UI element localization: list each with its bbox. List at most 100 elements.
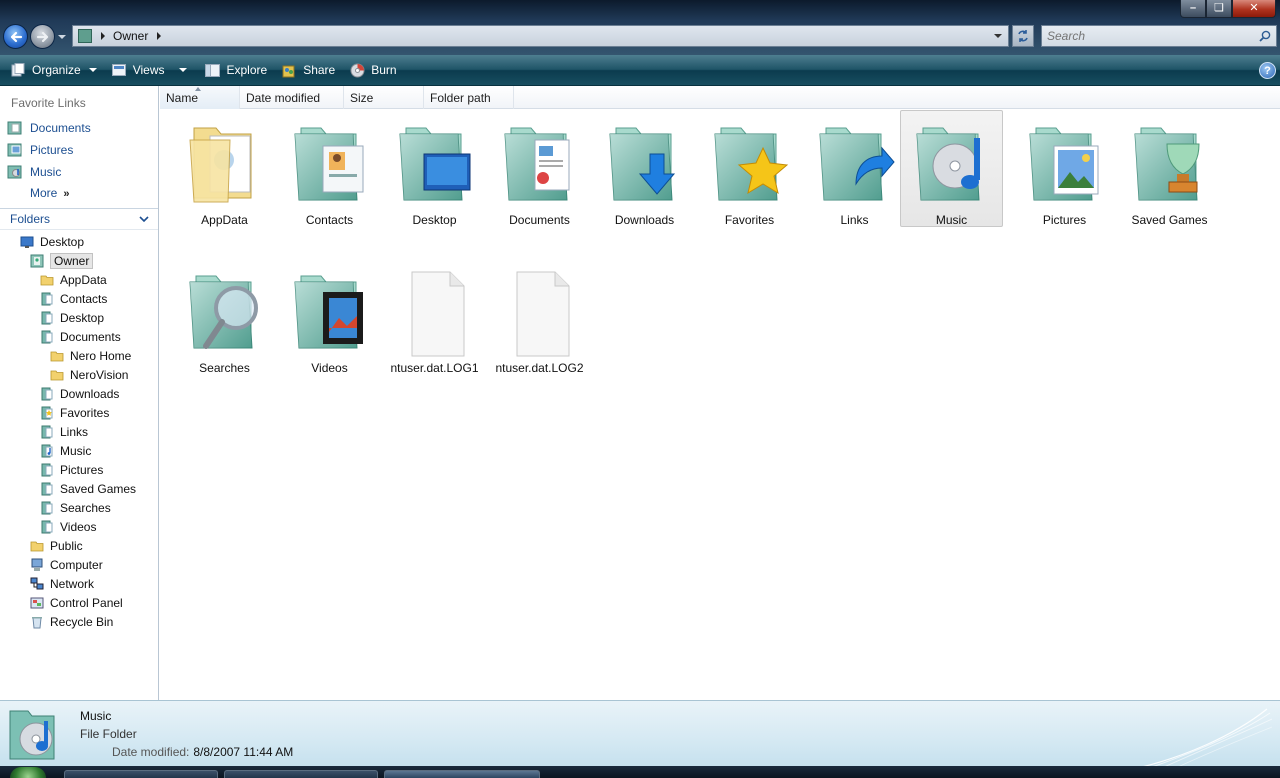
item-tile[interactable]: Searches	[173, 258, 276, 375]
tree-item[interactable]: Videos	[40, 517, 96, 536]
file-list-pane: Name Date modified Size Folder path AppD…	[160, 86, 1280, 700]
start-button[interactable]	[10, 767, 46, 778]
tree-item[interactable]: NeroVision	[50, 365, 128, 384]
tree-item-label: Videos	[60, 519, 97, 534]
item-tile[interactable]: Videos	[278, 258, 381, 375]
tree-item[interactable]: AppData	[40, 270, 107, 289]
column-header-size[interactable]: Size	[344, 86, 424, 109]
details-item-name: Music	[80, 709, 112, 723]
item-tile[interactable]: Contacts	[278, 110, 381, 227]
item-label: ntuser.dat.LOG1	[390, 361, 479, 375]
tree-item[interactable]: Control Panel	[30, 593, 123, 612]
links-folder-icon	[41, 425, 53, 438]
item-tile[interactable]: AppData	[173, 110, 276, 227]
column-header-label: Size	[350, 90, 374, 105]
column-header-date-modified[interactable]: Date modified	[240, 86, 344, 109]
address-history-dropdown[interactable]	[994, 34, 1002, 38]
taskbar-window-button[interactable]	[224, 770, 378, 778]
tree-item[interactable]: Public	[30, 536, 83, 555]
item-tile[interactable]: Documents	[488, 110, 591, 227]
folders-header[interactable]: Folders	[0, 208, 158, 230]
favorite-link-documents[interactable]: Documents	[7, 118, 91, 137]
tree-item[interactable]: Saved Games	[40, 479, 136, 498]
share-icon	[281, 62, 297, 78]
maximize-button[interactable]: ❏	[1206, 0, 1232, 18]
tree-item[interactable]: Music	[40, 441, 91, 460]
tree-item[interactable]: Links	[40, 422, 88, 441]
tree-item-label: Computer	[50, 557, 103, 572]
taskbar-window-button-active[interactable]	[384, 770, 540, 778]
search-icon[interactable]	[1259, 30, 1271, 42]
folder-icon	[40, 275, 54, 285]
item-label: Videos	[311, 361, 348, 375]
item-tile[interactable]: Music	[900, 110, 1003, 227]
downloads-folder-icon	[41, 387, 53, 400]
saved-games-folder-icon	[41, 482, 53, 495]
item-tile[interactable]: Links	[803, 110, 906, 227]
tree-item[interactable]: Searches	[40, 498, 111, 517]
more-links-button[interactable]: More »	[30, 186, 69, 200]
column-header-label: Name	[166, 90, 199, 105]
item-tile[interactable]: ntuser.dat.LOG1	[383, 258, 486, 375]
recent-pages-dropdown[interactable]	[58, 33, 66, 41]
burn-button[interactable]: Burn	[346, 58, 403, 82]
column-headers: Name Date modified Size Folder path	[160, 86, 1280, 109]
address-bar[interactable]: Owner	[72, 25, 1009, 47]
column-header-folder-path[interactable]: Folder path	[424, 86, 514, 109]
tree-item[interactable]: Downloads	[40, 384, 119, 403]
tree-item[interactable]: Recycle Bin	[30, 612, 113, 631]
desktop-folder-icon	[41, 311, 53, 324]
favorite-link-label: Pictures	[30, 142, 74, 157]
help-button[interactable]: ?	[1259, 62, 1276, 79]
tree-item-label: Network	[50, 576, 95, 591]
breadcrumb-separator-icon[interactable]	[157, 32, 162, 40]
forward-button[interactable]	[30, 24, 55, 49]
item-label: AppData	[201, 213, 248, 227]
tree-item[interactable]: Nero Home	[50, 346, 131, 365]
tree-item[interactable]: Contacts	[40, 289, 107, 308]
favorite-link-label: Music	[30, 164, 62, 179]
favorite-link-music[interactable]: Music	[7, 162, 61, 181]
breadcrumb-owner[interactable]: Owner	[113, 29, 148, 43]
views-button[interactable]: Views	[108, 58, 194, 82]
tree-item-label: Saved Games	[60, 481, 137, 496]
tree-item-label: Recycle Bin	[50, 614, 114, 629]
taskbar-window-button[interactable]	[64, 770, 218, 778]
title-bar: – ❏ ✕ Owner	[0, 0, 1280, 55]
search-input[interactable]	[1042, 29, 1250, 43]
back-button[interactable]	[3, 24, 28, 49]
chevron-down-icon	[178, 68, 187, 72]
favorite-link-pictures[interactable]: Pictures	[7, 140, 73, 159]
refresh-button[interactable]	[1012, 25, 1034, 47]
item-tile[interactable]: Saved Games	[1118, 110, 1221, 227]
tree-item[interactable]: Favorites	[40, 403, 109, 422]
column-header-name[interactable]: Name	[160, 86, 240, 109]
item-tile[interactable]: Pictures	[1013, 110, 1116, 227]
tree-item[interactable]: Desktop	[40, 308, 104, 327]
tree-item[interactable]: Desktop	[20, 232, 84, 251]
tree-item-label: Contacts	[60, 291, 108, 306]
tree-item[interactable]: Owner	[30, 251, 94, 270]
explore-button[interactable]: Explore	[202, 58, 275, 82]
minimize-button[interactable]: –	[1180, 0, 1206, 18]
item-tile[interactable]: Desktop	[383, 110, 486, 227]
organize-icon	[10, 62, 26, 78]
tree-item[interactable]: Pictures	[40, 460, 103, 479]
tree-item[interactable]: Documents	[40, 327, 121, 346]
share-button[interactable]: Share	[278, 58, 342, 82]
documents-folder-icon	[504, 127, 570, 201]
tree-item[interactable]: Computer	[30, 555, 103, 574]
music-folder-icon	[41, 444, 53, 457]
item-tile[interactable]: Favorites	[698, 110, 801, 227]
breadcrumb-separator-icon[interactable]	[101, 32, 105, 40]
favorite-link-label: Documents	[30, 120, 91, 135]
favorites-folder-icon	[41, 406, 53, 419]
item-tile[interactable]: Downloads	[593, 110, 696, 227]
decorative-swoosh	[1142, 708, 1272, 767]
organize-button[interactable]: Organize	[7, 58, 104, 82]
tree-item[interactable]: Network	[30, 574, 94, 593]
close-button[interactable]: ✕	[1232, 0, 1276, 18]
item-tile[interactable]: ntuser.dat.LOG2	[488, 258, 591, 375]
window-controls: – ❏ ✕	[1180, 0, 1276, 18]
search-box[interactable]	[1041, 25, 1277, 47]
